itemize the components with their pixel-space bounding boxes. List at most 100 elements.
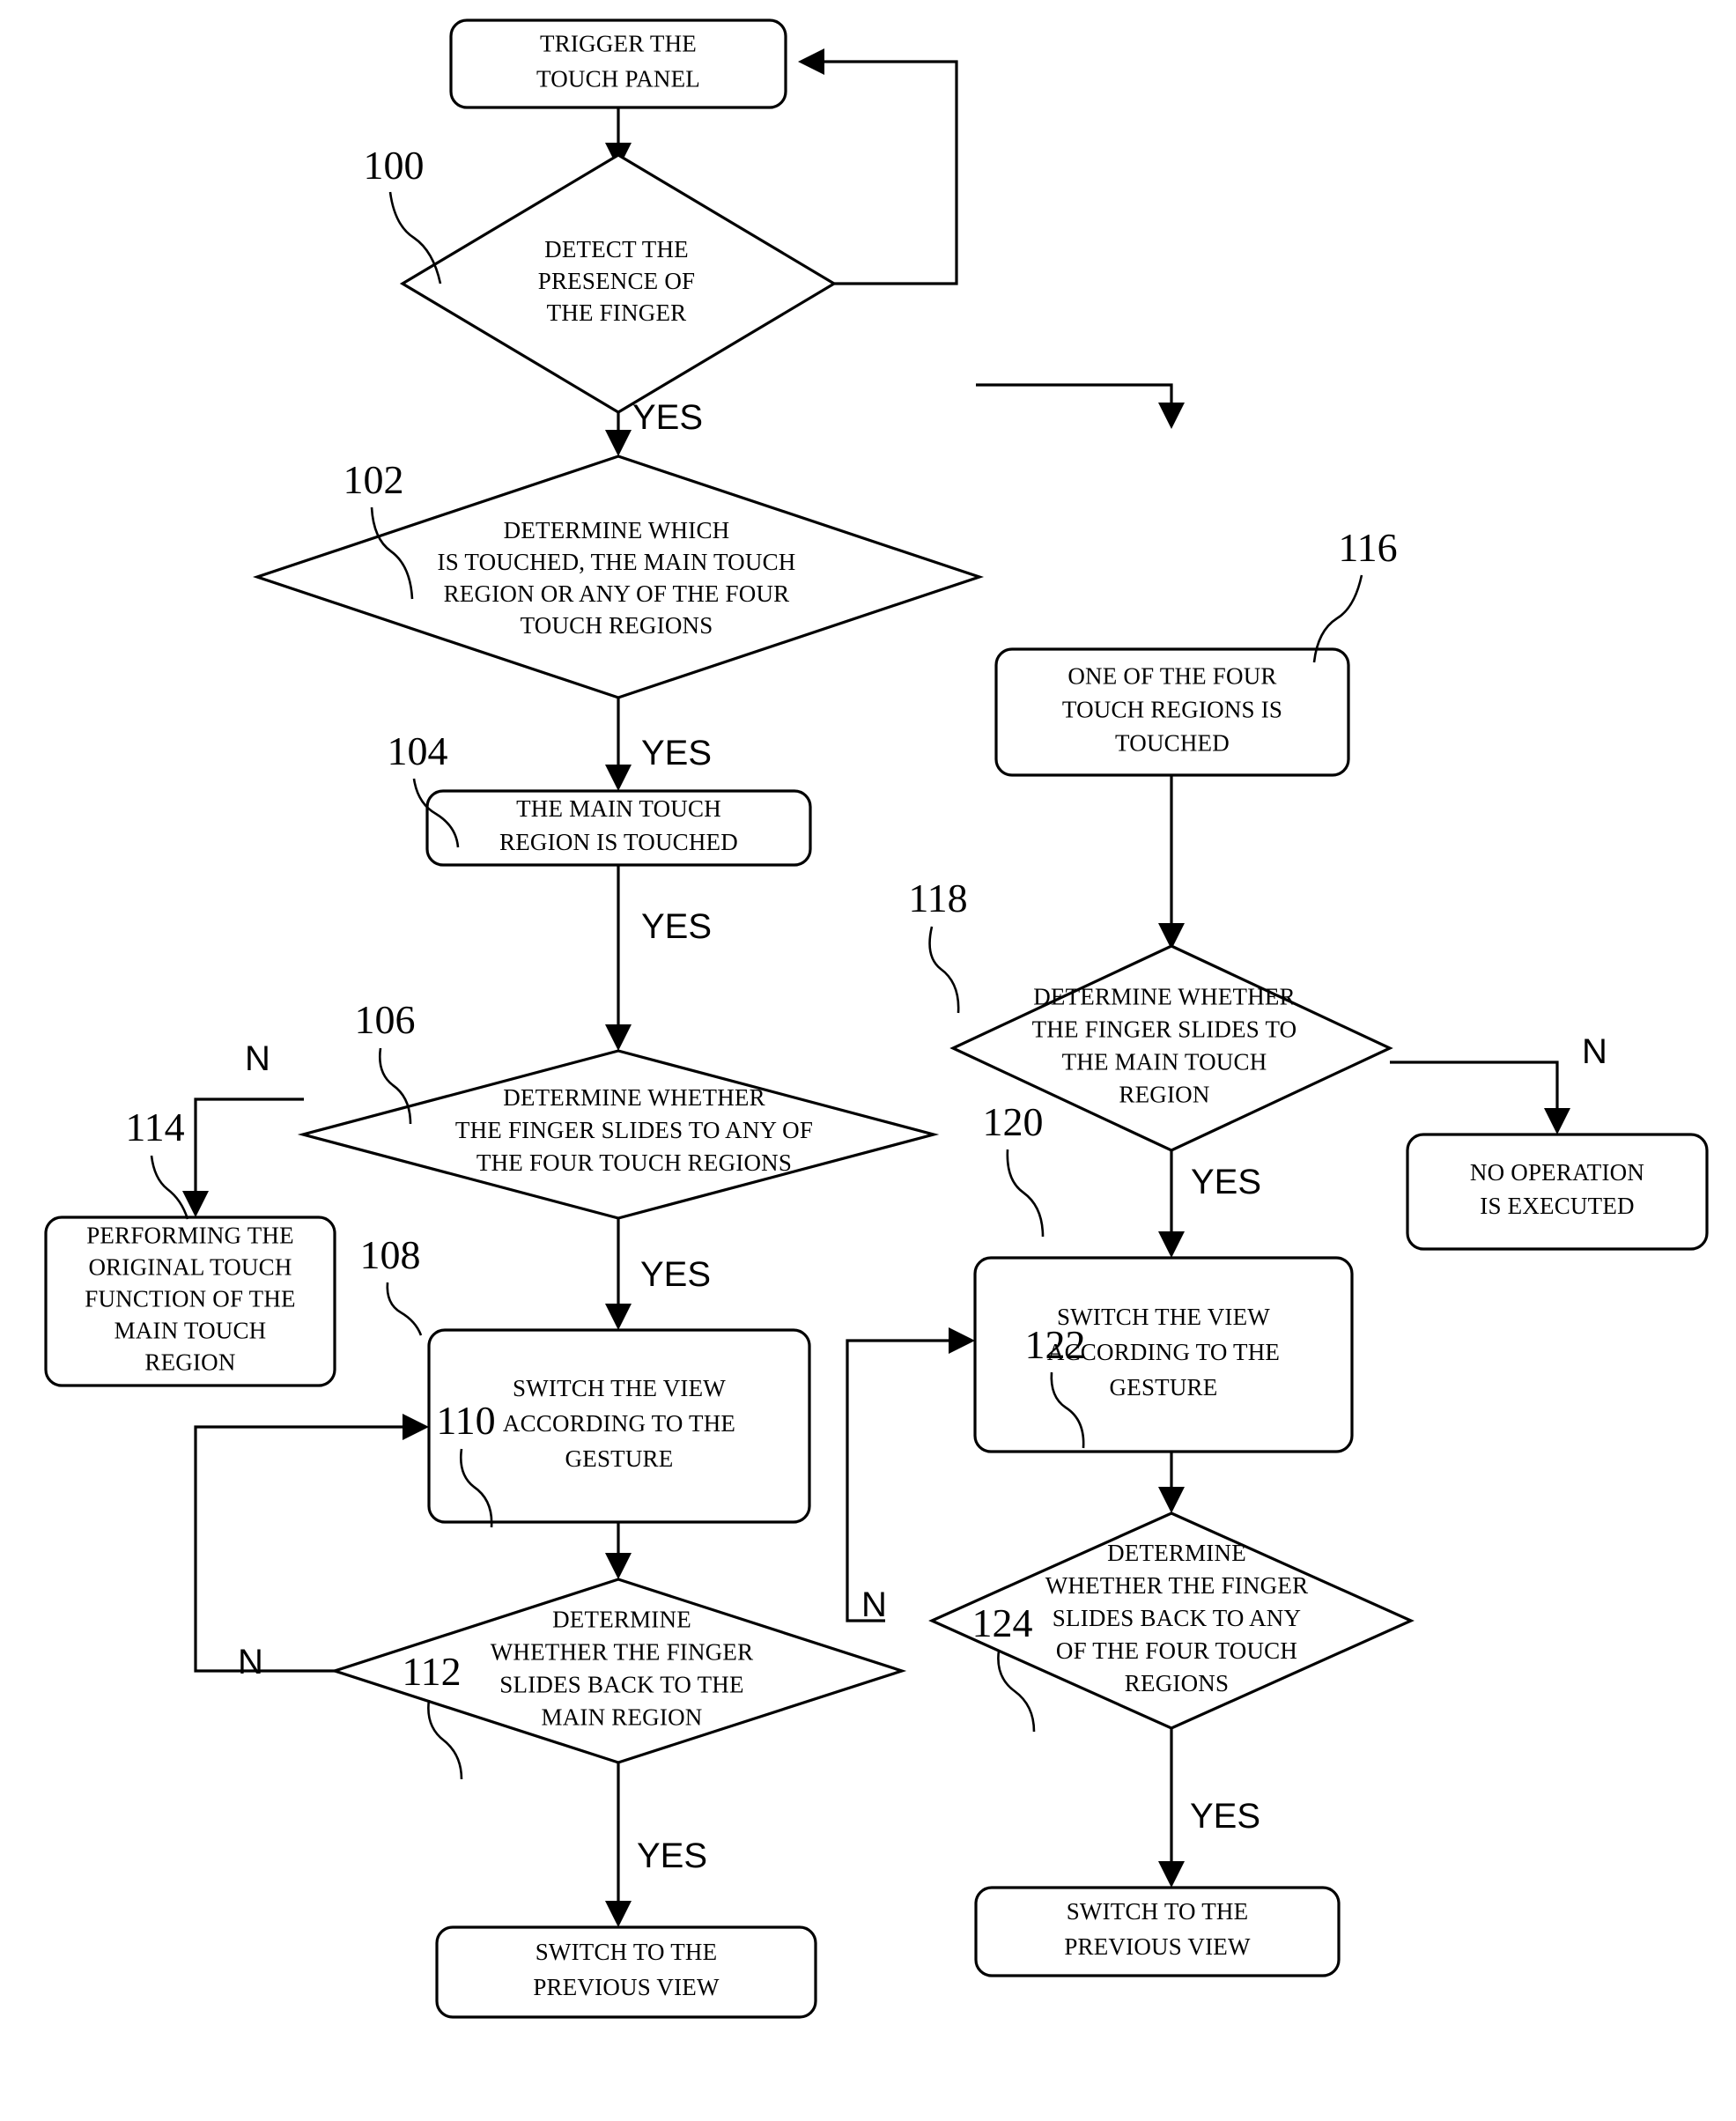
leader-118 [928, 926, 960, 1014]
node-114-perform-original-touch-line-4: REGION [144, 1349, 235, 1376]
node-114-perform-original-touch-line-1: ORIGINAL TOUCH [88, 1254, 292, 1281]
node-trigger-touch-panel-line-1: TOUCH PANEL [536, 66, 700, 92]
edge-label-n-122: N [861, 1585, 887, 1624]
node-108-switch-view-gesture-line-0: SWITCH THE VIEW [513, 1375, 726, 1401]
node-114-perform-original-touch-line-0: PERFORMING THE [86, 1223, 294, 1249]
arrow-106-YES-to-108 [605, 1304, 632, 1330]
node-100-detect-finger-presence-line-2: THE FINGER [547, 299, 687, 326]
node-114-perform-original-touch[interactable]: PERFORMING THE ORIGINAL TOUCH FUNCTION OF … [44, 1216, 336, 1387]
node-110-slides-back-to-main-line-1: WHETHER THE FINGER [491, 1639, 754, 1666]
arrow-102-to-104 [605, 765, 632, 791]
node-122-slides-back-to-four-line-2: SLIDES BACK TO ANY [1053, 1605, 1301, 1631]
arrow-102-to-116 [1158, 403, 1185, 429]
node-104-main-region-touched[interactable]: THE MAIN TOUCH REGION IS TOUCHED [425, 789, 812, 867]
leader-114 [150, 1155, 189, 1220]
node-110-slides-back-to-main-line-2: SLIDES BACK TO THE [499, 1672, 743, 1698]
leader-108 [386, 1282, 423, 1336]
node-no-operation-box [1406, 1133, 1709, 1251]
ref-num-120: 120 [983, 1099, 1044, 1144]
ref-num-116: 116 [1338, 525, 1397, 570]
node-106-slides-to-four-line-2: THE FOUR TOUCH REGIONS [476, 1149, 792, 1176]
arrow-118-YES-to-120 [1158, 1231, 1185, 1258]
arrow-118-N-to-noop [1544, 1108, 1570, 1134]
node-122-slides-back-to-four-line-4: REGIONS [1125, 1670, 1229, 1696]
node-122-slides-back-to-four-line-0: DETERMINE [1107, 1540, 1246, 1566]
node-102-determine-which-touched-line-1: IS TOUCHED, THE MAIN TOUCH [438, 549, 796, 575]
ref-num-124: 124 [972, 1600, 1033, 1645]
edge-label-yes-110: YES [637, 1836, 707, 1875]
node-114-perform-original-touch-line-2: FUNCTION OF THE [85, 1286, 296, 1312]
node-no-operation[interactable]: NO OPERATION IS EXECUTED [1406, 1133, 1709, 1251]
ref-num-112: 112 [402, 1649, 461, 1694]
node-118-slides-to-main-line-1: THE FINGER SLIDES TO [1032, 1016, 1297, 1043]
node-112-switch-previous-view-line-1: PREVIOUS VIEW [533, 1974, 720, 2000]
connector-110-N-to-108 [194, 1425, 405, 1673]
node-118-slides-to-main-line-0: DETERMINE WHETHER [1033, 984, 1296, 1010]
node-100-detect-finger-presence-line-1: PRESENCE OF [538, 268, 696, 294]
node-no-operation-line-0: NO OPERATION [1470, 1159, 1644, 1186]
arrow-100-to-102 [605, 430, 632, 456]
arrow-108-to-110 [605, 1553, 632, 1579]
arrow-120-to-122 [1158, 1487, 1185, 1513]
node-106-slides-to-four-line-0: DETERMINE WHETHER [503, 1084, 765, 1111]
ref-num-106: 106 [355, 997, 416, 1042]
node-106-slides-to-four-line-1: THE FINGER SLIDES TO ANY OF [455, 1117, 813, 1143]
connector-100-loop-to-start [824, 60, 958, 285]
connector-122-N-to-120 [846, 1339, 951, 1622]
connector-118-N-to-noop [1390, 1060, 1559, 1117]
ref-num-122: 122 [1025, 1322, 1086, 1367]
node-112-switch-previous-view-line-0: SWITCH TO THE [536, 1939, 718, 1965]
node-122-slides-back-to-four-line-1: WHETHER THE FINGER [1045, 1572, 1309, 1599]
node-118-slides-to-main-line-3: REGION [1119, 1082, 1209, 1108]
edge-label-yes-104: YES [641, 907, 712, 946]
node-106-slides-to-four[interactable]: DETERMINE WHETHER THE FINGER SLIDES TO AN… [297, 1049, 940, 1220]
node-102-determine-which-touched-line-2: REGION OR ANY OF THE FOUR [444, 580, 790, 607]
node-108-switch-view-gesture-line-2: GESTURE [565, 1445, 674, 1472]
node-124-switch-previous-view[interactable]: SWITCH TO THE PREVIOUS VIEW [974, 1886, 1341, 1977]
node-110-slides-back-to-main-line-3: MAIN REGION [542, 1704, 703, 1731]
node-108-switch-view-gesture-line-1: ACCORDING TO THE [503, 1410, 735, 1437]
node-102-determine-which-touched-line-3: TOUCH REGIONS [521, 612, 713, 639]
edge-label-yes-106: YES [640, 1255, 711, 1294]
node-trigger-touch-panel-line-0: TRIGGER THE [540, 31, 697, 57]
node-124-switch-previous-view-line-1: PREVIOUS VIEW [1064, 1933, 1251, 1960]
node-116-one-of-four-touched-line-1: TOUCH REGIONS IS [1062, 697, 1282, 723]
arrow-100-loop-to-start [798, 48, 824, 75]
arrow-110-YES-to-112 [605, 1901, 632, 1927]
node-110-slides-back-to-main-line-0: DETERMINE [552, 1607, 691, 1633]
ref-num-100: 100 [364, 143, 425, 188]
ref-num-104: 104 [388, 728, 448, 773]
node-100-detect-finger-presence-line-0: DETECT THE [544, 236, 689, 262]
node-120-switch-view-gesture-line-0: SWITCH THE VIEW [1057, 1304, 1270, 1330]
ref-num-108: 108 [360, 1232, 421, 1277]
leader-120 [1006, 1149, 1045, 1238]
edge-label-yes-118: YES [1191, 1163, 1261, 1201]
ref-num-110: 110 [436, 1398, 495, 1443]
edge-label-yes-122: YES [1190, 1797, 1260, 1836]
node-102-determine-which-touched-line-0: DETERMINE WHICH [504, 517, 730, 543]
node-124-switch-previous-view-line-0: SWITCH TO THE [1067, 1898, 1249, 1925]
connector-106-N-to-114 [194, 1097, 304, 1200]
arrow-122-YES-to-124 [1158, 1861, 1185, 1888]
node-104-main-region-touched-line-0: THE MAIN TOUCH [516, 795, 721, 822]
node-116-one-of-four-touched-line-0: ONE OF THE FOUR [1067, 663, 1276, 690]
connector-102-to-116 [976, 383, 1173, 412]
edge-label-n-118: N [1582, 1032, 1607, 1071]
node-100-detect-finger-presence[interactable]: DETECT THE PRESENCE OF THE FINGER [399, 153, 838, 414]
node-116-one-of-four-touched[interactable]: ONE OF THE FOUR TOUCH REGIONS IS TOUCHED [994, 647, 1350, 777]
node-no-operation-line-1: IS EXECUTED [1480, 1193, 1634, 1219]
arrow-110-N-to-108 [403, 1414, 429, 1440]
edge-label-yes-100: YES [632, 398, 703, 437]
flowchart-svg: TRIGGER THE TOUCH PANEL DETECT THE PRESENCE… [44, 18, 1709, 2019]
leader-112 [427, 1699, 463, 1780]
node-116-one-of-four-touched-line-2: TOUCHED [1115, 730, 1230, 757]
ref-num-114: 114 [125, 1105, 184, 1149]
node-114-perform-original-touch-line-3: MAIN TOUCH [115, 1318, 267, 1344]
node-112-switch-previous-view[interactable]: SWITCH TO THE PREVIOUS VIEW [435, 1925, 817, 2019]
arrow-122-N-to-120 [949, 1327, 975, 1354]
node-trigger-touch-panel[interactable]: TRIGGER THE TOUCH PANEL [449, 18, 787, 109]
flowchart-canvas: TRIGGER THE TOUCH PANEL DETECT THE PRESENCE… [0, 0, 1736, 2121]
node-104-main-region-touched-line-1: REGION IS TOUCHED [499, 829, 738, 855]
edge-label-n-106: N [245, 1039, 270, 1078]
edge-label-yes-102: YES [641, 734, 712, 772]
